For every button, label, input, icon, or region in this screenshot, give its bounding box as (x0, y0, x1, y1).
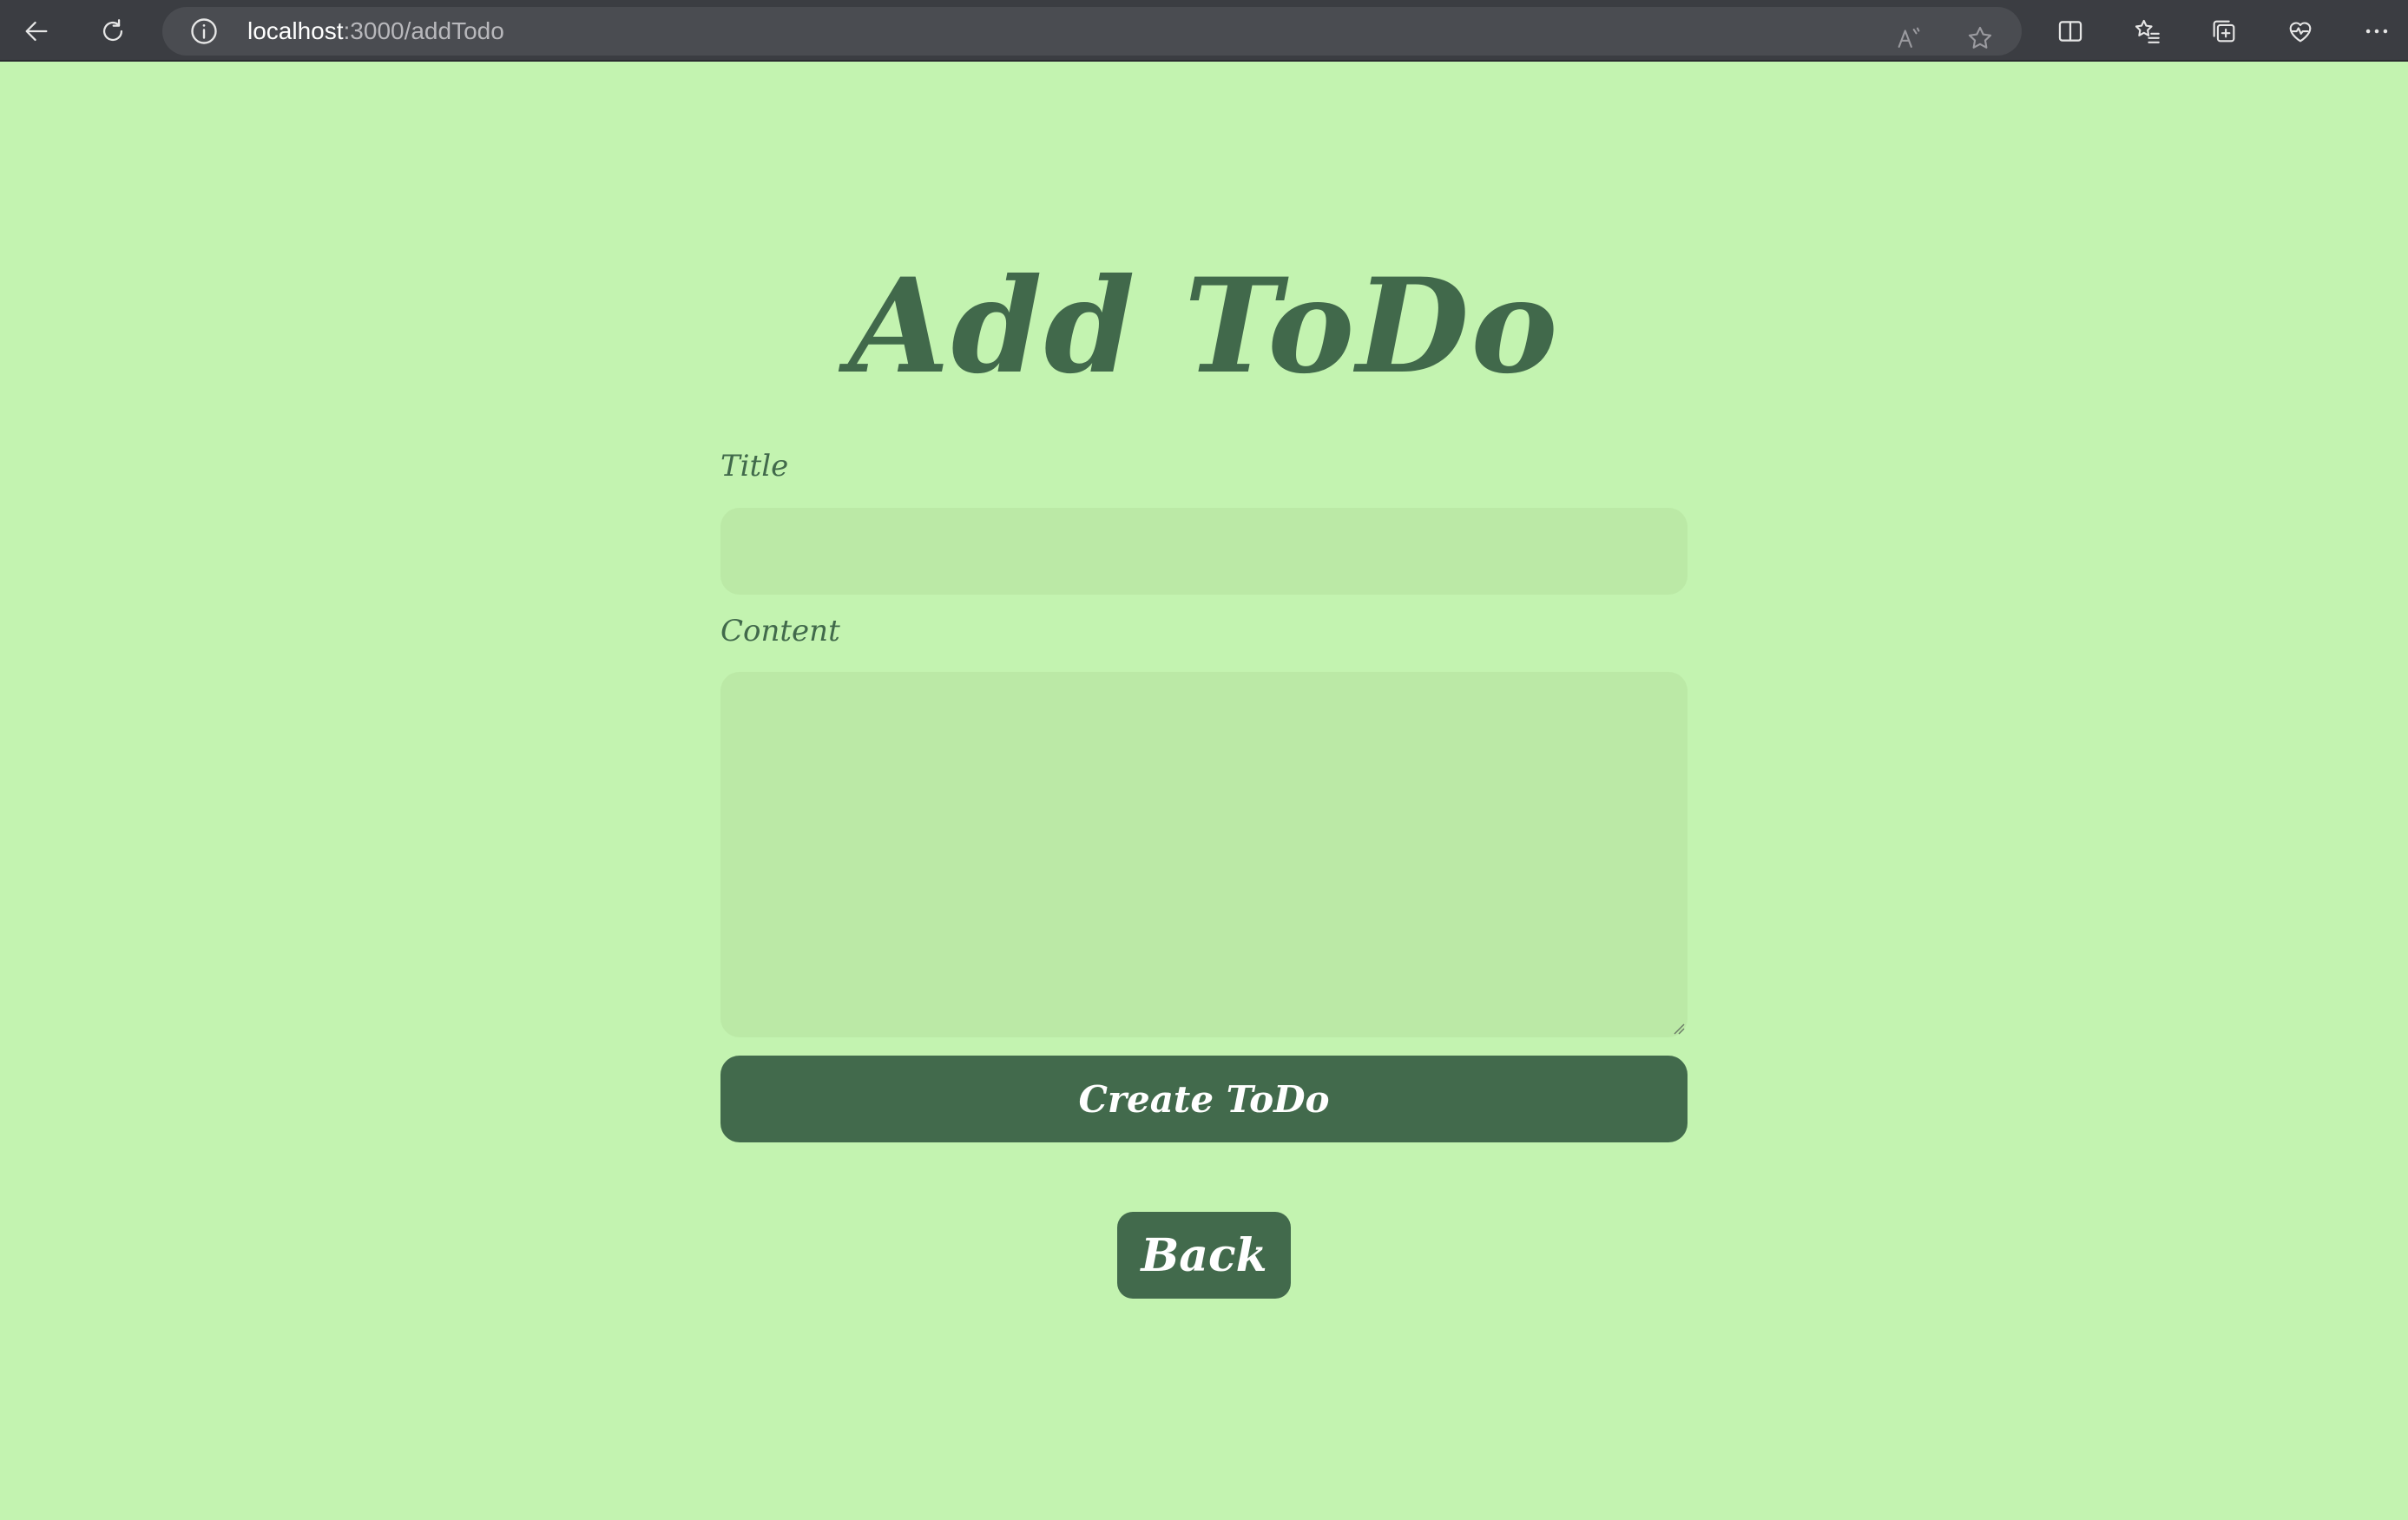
split-screen-icon[interactable] (2049, 10, 2091, 52)
more-icon[interactable] (2356, 10, 2398, 52)
content-textarea[interactable] (720, 672, 1688, 1037)
collections-icon[interactable] (2203, 10, 2245, 52)
reload-icon[interactable] (92, 10, 134, 52)
browser-essentials-icon[interactable] (2280, 10, 2321, 52)
create-todo-button[interactable]: Create ToDo (720, 1056, 1688, 1142)
info-icon[interactable] (188, 16, 220, 47)
address-bar[interactable]: localhost:3000/addTodo (162, 7, 2022, 56)
content-label: Content (720, 614, 840, 648)
back-arrow-icon[interactable] (16, 10, 57, 52)
browser-toolbar: localhost:3000/addTodo (0, 0, 2408, 62)
read-aloud-icon[interactable] (1888, 17, 1930, 59)
url-host: localhost (247, 17, 344, 44)
url-text[interactable]: localhost:3000/addTodo (247, 7, 504, 56)
page-body: Add ToDo Title Content Create ToDo Back (0, 62, 2408, 1520)
title-input[interactable] (720, 508, 1688, 595)
title-label: Title (720, 449, 789, 484)
page-title: Add ToDo (848, 250, 1560, 403)
url-path: :3000/addTodo (343, 17, 504, 44)
favorites-list-icon[interactable] (2127, 10, 2168, 52)
resize-grip-icon[interactable] (1673, 1023, 1685, 1035)
back-button[interactable]: Back (1117, 1212, 1291, 1299)
star-icon[interactable] (1959, 17, 2001, 59)
